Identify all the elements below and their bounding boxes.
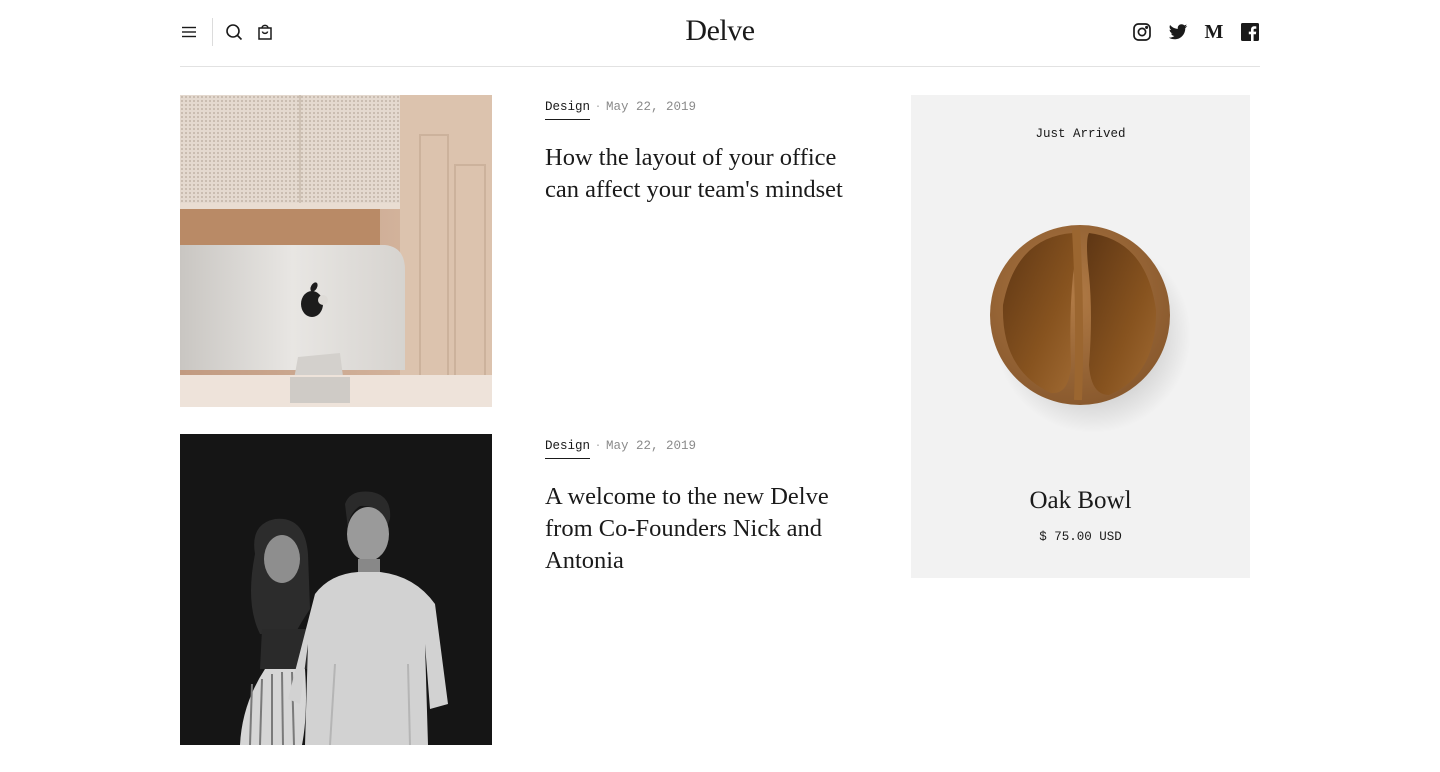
post-category-link[interactable]: Design bbox=[545, 100, 591, 120]
product-name[interactable]: Oak Bowl bbox=[911, 487, 1250, 515]
post-image-founders[interactable] bbox=[180, 434, 492, 745]
meta-separator: · bbox=[595, 101, 602, 113]
featured-product-card[interactable]: Just Arrived Oak Bowl $ 75.00 USD bbox=[911, 95, 1250, 578]
site-header: Delve M bbox=[180, 0, 1260, 67]
blog-post-card: Design · May 22, 2019 A welcome to the n… bbox=[180, 434, 880, 745]
post-meta: Design · May 22, 2019 bbox=[545, 439, 696, 459]
post-meta: Design · May 22, 2019 bbox=[545, 100, 696, 120]
post-title-link[interactable]: A welcome to the new Delve from Co-Found… bbox=[545, 481, 865, 577]
facebook-icon[interactable] bbox=[1240, 22, 1260, 42]
blog-post-card: Design · May 22, 2019 How the layout of … bbox=[180, 95, 880, 407]
meta-separator: · bbox=[595, 440, 602, 452]
post-title-link[interactable]: How the layout of your office can affect… bbox=[545, 142, 865, 206]
product-price: $ 75.00 USD bbox=[1039, 530, 1122, 544]
product-image-oak-bowl[interactable] bbox=[981, 215, 1191, 445]
post-date: May 22, 2019 bbox=[606, 439, 697, 453]
medium-icon[interactable]: M bbox=[1204, 22, 1224, 42]
product-badge: Just Arrived bbox=[1035, 127, 1126, 141]
site-logo[interactable]: Delve bbox=[180, 14, 1260, 48]
post-image-office[interactable] bbox=[180, 95, 492, 407]
instagram-icon[interactable] bbox=[1132, 22, 1152, 42]
social-links: M bbox=[1132, 22, 1260, 42]
post-date: May 22, 2019 bbox=[606, 100, 697, 114]
twitter-icon[interactable] bbox=[1168, 22, 1188, 42]
post-category-link[interactable]: Design bbox=[545, 439, 591, 459]
